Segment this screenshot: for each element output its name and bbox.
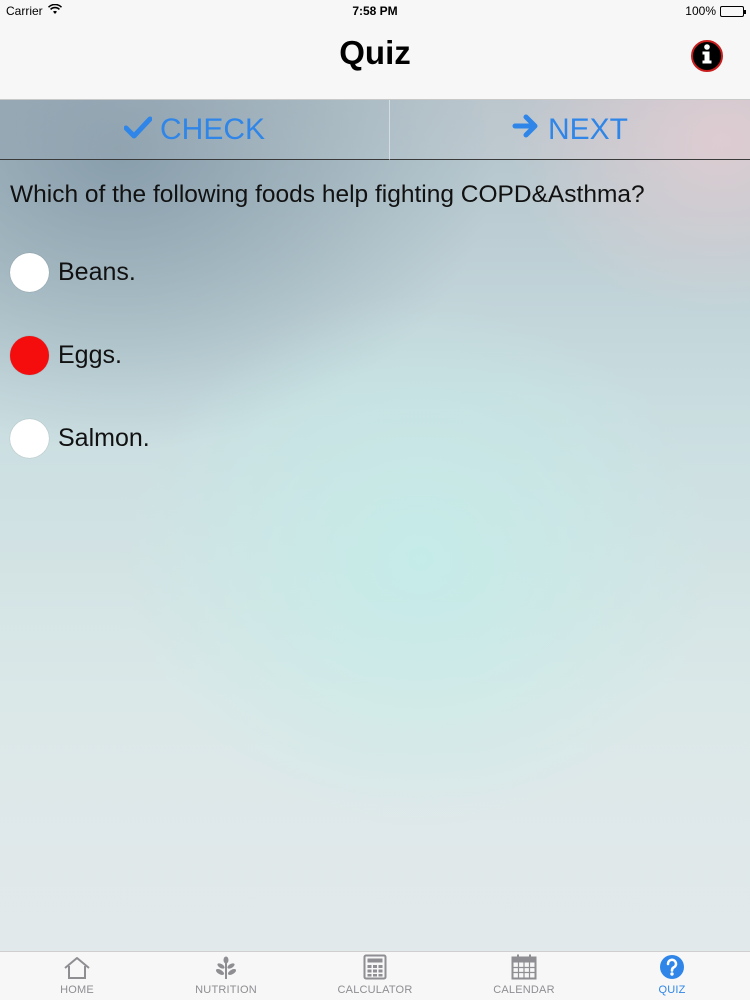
tab-calendar-label: CALENDAR <box>493 984 555 996</box>
nav-bar: Quiz <box>0 22 750 100</box>
radio-button[interactable] <box>10 252 49 292</box>
calendar-icon <box>511 952 537 982</box>
answer-label: Salmon. <box>58 423 150 452</box>
quiz-question: Which of the following foods help fighti… <box>10 181 645 208</box>
radio-button-selected[interactable] <box>10 335 49 375</box>
tab-nutrition[interactable]: NUTRITION <box>151 952 301 1000</box>
tab-calculator-label: CALCULATOR <box>337 984 413 996</box>
answer-label: Eggs. <box>58 340 122 369</box>
action-bar: CHECK NEXT <box>0 100 750 160</box>
answer-option[interactable]: Salmon. <box>10 418 150 458</box>
calculator-icon <box>363 952 387 982</box>
status-time: 7:58 PM <box>352 4 398 18</box>
tab-calculator[interactable]: CALCULATOR <box>300 952 450 1000</box>
page-title: Quiz <box>339 34 411 71</box>
checkmark-icon <box>123 113 153 147</box>
battery-icon <box>720 5 746 17</box>
answer-label: Beans. <box>58 257 136 286</box>
tab-calendar[interactable]: CALENDAR <box>449 952 599 1000</box>
answer-option[interactable]: Eggs. <box>10 335 122 375</box>
answer-option[interactable]: Beans. <box>10 252 136 292</box>
radio-button[interactable] <box>10 418 49 458</box>
question-icon <box>659 952 685 982</box>
status-bar: Carrier 7:58 PM 100% <box>0 0 750 22</box>
info-icon <box>697 43 717 70</box>
check-label: CHECK <box>159 113 265 146</box>
info-button[interactable] <box>691 40 723 72</box>
home-icon <box>63 952 91 982</box>
tab-quiz-label: QUIZ <box>658 984 686 996</box>
next-button[interactable]: NEXT <box>390 100 750 160</box>
arrow-right-icon <box>512 113 540 147</box>
tab-bar: HOME NUTRITION CALCULATOR CALENDAR QUIZ <box>0 951 750 1000</box>
tab-quiz[interactable]: QUIZ <box>597 952 747 1000</box>
check-button[interactable]: CHECK <box>0 100 389 160</box>
tab-home-label: HOME <box>60 984 94 996</box>
tab-home[interactable]: HOME <box>2 952 152 1000</box>
battery-percent: 100% <box>685 4 716 18</box>
next-label: NEXT <box>547 113 628 146</box>
plant-icon <box>215 952 237 982</box>
status-right: 100% <box>685 4 746 18</box>
tab-nutrition-label: NUTRITION <box>195 984 257 996</box>
